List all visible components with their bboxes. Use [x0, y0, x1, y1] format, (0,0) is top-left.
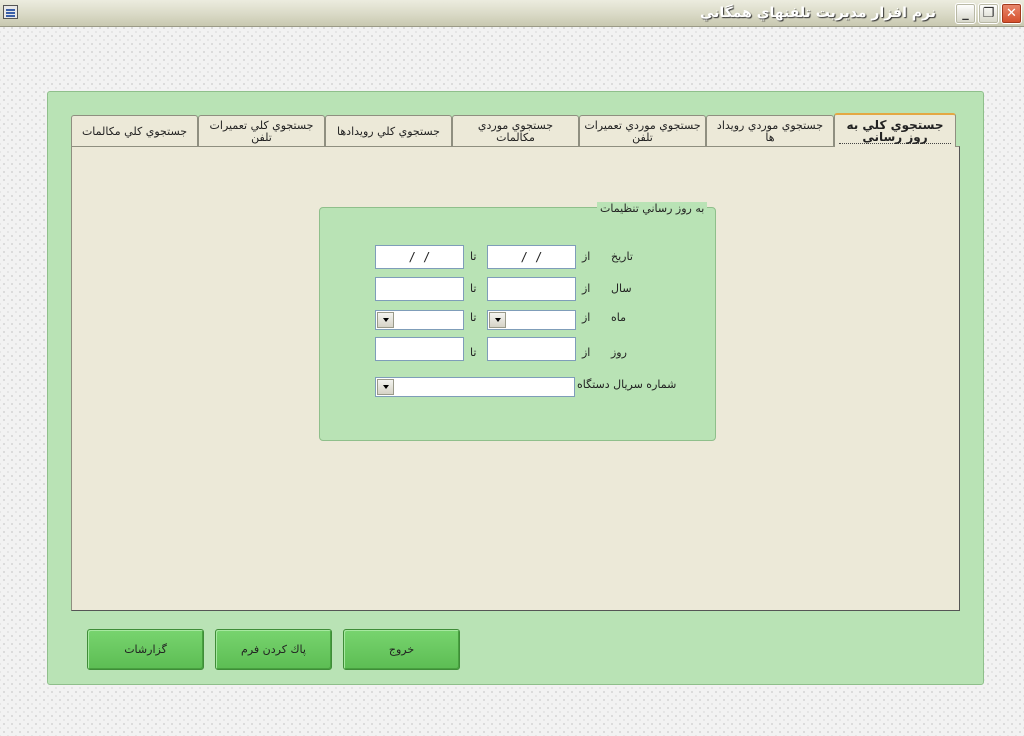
group-caption: به روز رساني تنظيمات: [597, 202, 708, 216]
date-to-input[interactable]: / /: [375, 245, 464, 269]
tab-specific-calls-search[interactable]: جستجوي موردي مكالمات: [452, 115, 579, 147]
day-from-input[interactable]: [487, 337, 576, 361]
day-to-label: تا: [470, 346, 477, 359]
title-bar: نرم افزار مديريت تلفنهاي همگاني _ ❐ ✕: [0, 0, 1024, 27]
month-from-select[interactable]: [487, 310, 576, 330]
chevron-down-icon[interactable]: [377, 379, 394, 395]
month-from-label: از: [582, 311, 591, 324]
chevron-down-icon[interactable]: [489, 312, 506, 328]
window-title: نرم افزار مديريت تلفنهاي همگاني: [699, 5, 936, 21]
reports-button[interactable]: گزارشات: [87, 629, 204, 670]
year-to-label: تا: [470, 282, 477, 295]
exit-button-label: خروج: [388, 643, 415, 656]
serial-number-select[interactable]: [375, 377, 575, 397]
date-from-input[interactable]: / /: [487, 245, 576, 269]
year-label: سال: [611, 282, 632, 295]
date-to-label: تا: [470, 250, 477, 263]
restore-button[interactable]: ❐: [978, 3, 999, 24]
day-from-label: از: [582, 346, 591, 359]
serial-number-label: شماره سريال دستگاه: [577, 378, 677, 391]
clear-form-button-label: پاك كردن فرم: [241, 643, 306, 656]
restore-icon: ❐: [982, 6, 995, 21]
tab-general-phone-repairs-search[interactable]: جستجوي كلي تعميرات تلفن: [198, 115, 325, 147]
date-from-label: از: [582, 250, 591, 263]
month-to-label: تا: [470, 311, 477, 324]
tab-general-calls-search[interactable]: جستجوي كلي مكالمات: [71, 115, 198, 147]
minimize-button[interactable]: _: [955, 3, 976, 24]
year-to-input[interactable]: [375, 277, 464, 301]
month-label: ماه: [611, 311, 627, 324]
close-button[interactable]: ✕: [1001, 3, 1022, 24]
tab-label: جستجوي موردي رويداد ها: [716, 118, 824, 144]
exit-button[interactable]: خروج: [343, 629, 460, 670]
tab-label: جستجوي كلي رويدادها: [337, 124, 440, 138]
year-from-input[interactable]: [487, 277, 576, 301]
chevron-down-icon[interactable]: [377, 312, 394, 328]
minimize-icon: _: [962, 6, 969, 21]
tab-label: جستجوي موردي تعميرات تلفن: [584, 118, 701, 144]
tab-specific-events-search[interactable]: جستجوي موردي رويداد ها: [706, 115, 834, 147]
tab-specific-phone-repairs-search[interactable]: جستجوي موردي تعميرات تلفن: [579, 115, 706, 147]
date-label: تاريخ: [611, 250, 633, 263]
tab-strip: جستجوي كلي به روز رساني جستجوي موردي روي…: [71, 113, 959, 147]
tab-general-events-search[interactable]: جستجوي كلي رويدادها: [325, 115, 452, 147]
day-label: روز: [611, 346, 627, 359]
tab-label: جستجوي كلي به روز رساني: [839, 119, 951, 144]
tab-label: جستجوي موردي مكالمات: [477, 118, 554, 144]
tab-label: جستجوي كلي تعميرات تلفن: [209, 118, 314, 144]
tab-label: جستجوي كلي مكالمات: [81, 124, 188, 138]
reports-button-label: گزارشات: [124, 643, 167, 656]
app-window-icon[interactable]: [3, 5, 18, 19]
month-to-select[interactable]: [375, 310, 464, 330]
close-icon: ✕: [1006, 6, 1017, 21]
clear-form-button[interactable]: پاك كردن فرم: [215, 629, 332, 670]
tab-general-update-search[interactable]: جستجوي كلي به روز رساني: [834, 113, 956, 147]
day-to-input[interactable]: [375, 337, 464, 361]
year-from-label: از: [582, 282, 591, 295]
